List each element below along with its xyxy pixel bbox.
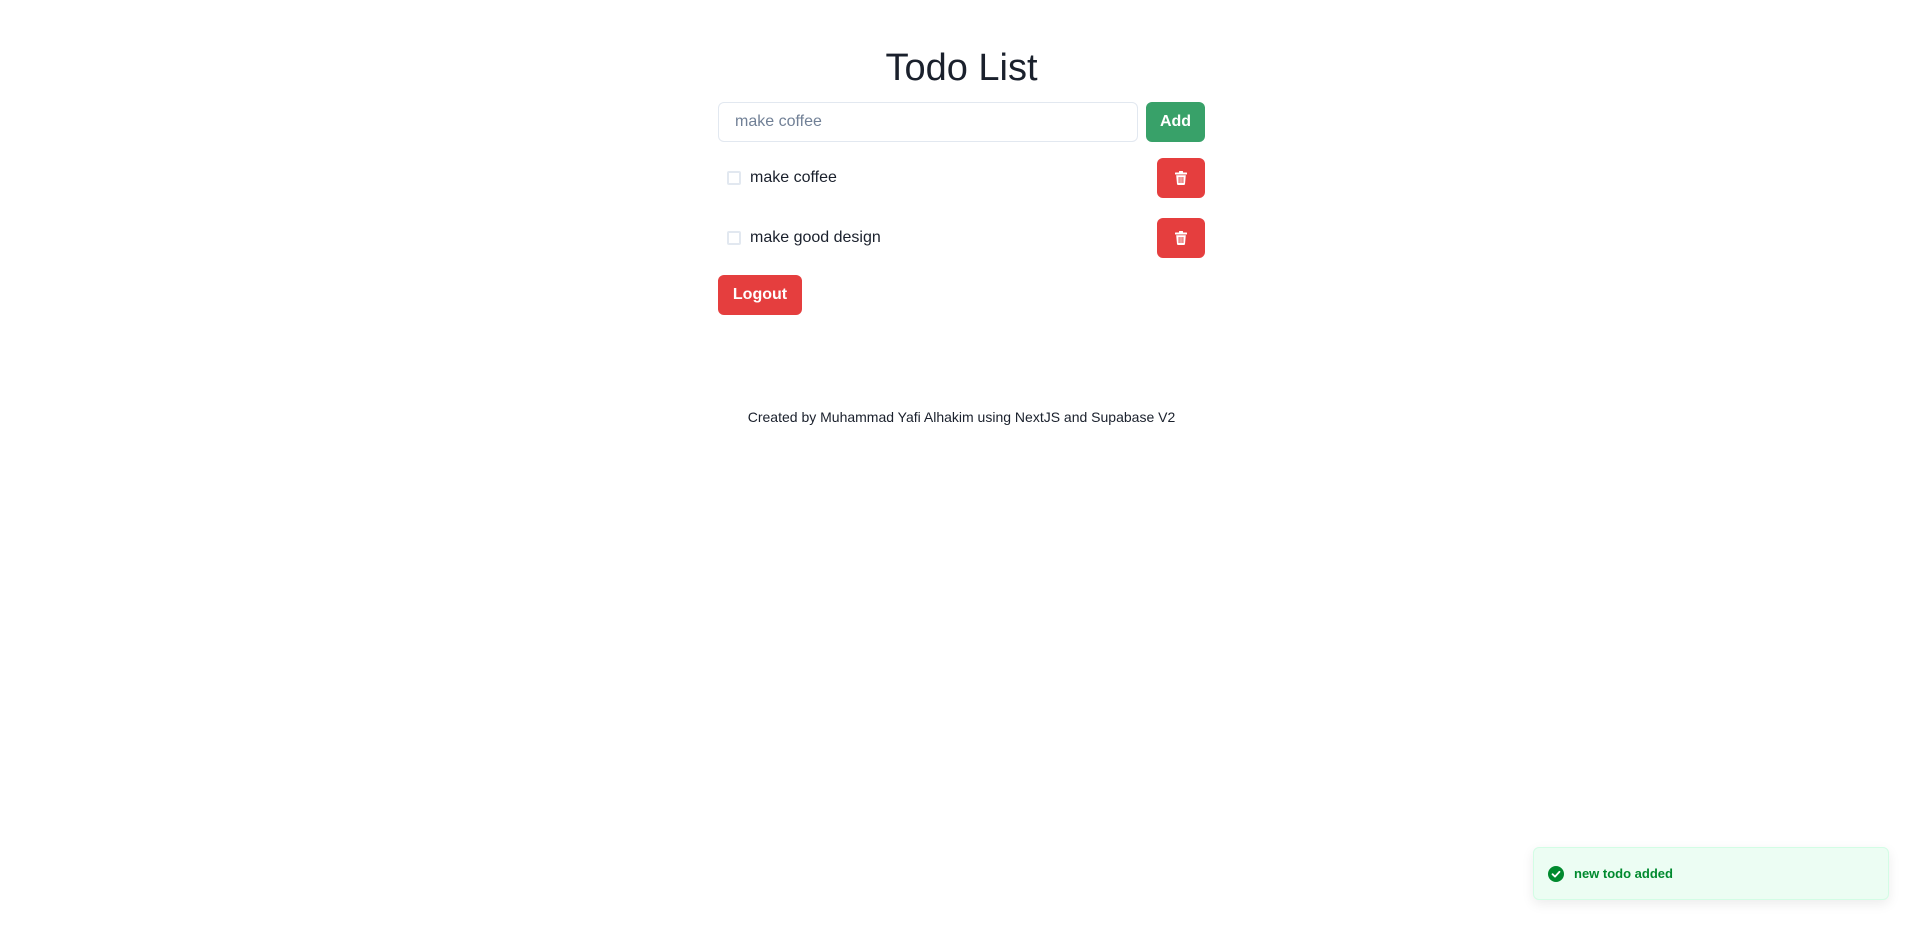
todo-item: make coffee [718, 158, 1205, 198]
check-circle-icon [1548, 865, 1564, 882]
trash-icon [1175, 171, 1187, 185]
toast-message: new todo added [1574, 866, 1673, 881]
delete-todo-button[interactable] [1157, 218, 1205, 258]
add-button[interactable]: Add [1146, 102, 1205, 142]
todo-label: make good design [750, 229, 881, 246]
toast-notification: new todo added [1533, 847, 1889, 900]
todo-list: make coffee make good design [718, 158, 1205, 278]
add-todo-form: Add [718, 102, 1205, 142]
todo-input[interactable] [718, 102, 1138, 142]
logout-button[interactable]: Logout [718, 275, 802, 315]
delete-todo-button[interactable] [1157, 158, 1205, 198]
todo-checkbox[interactable] [727, 231, 741, 245]
todo-item: make good design [718, 218, 1205, 258]
todo-checkbox[interactable] [727, 171, 741, 185]
trash-icon [1175, 231, 1187, 245]
todo-label: make coffee [750, 169, 837, 186]
footer-credit: Created by Muhammad Yafi Alhakim using N… [747, 409, 1176, 425]
page-title: Todo List [885, 47, 1038, 89]
